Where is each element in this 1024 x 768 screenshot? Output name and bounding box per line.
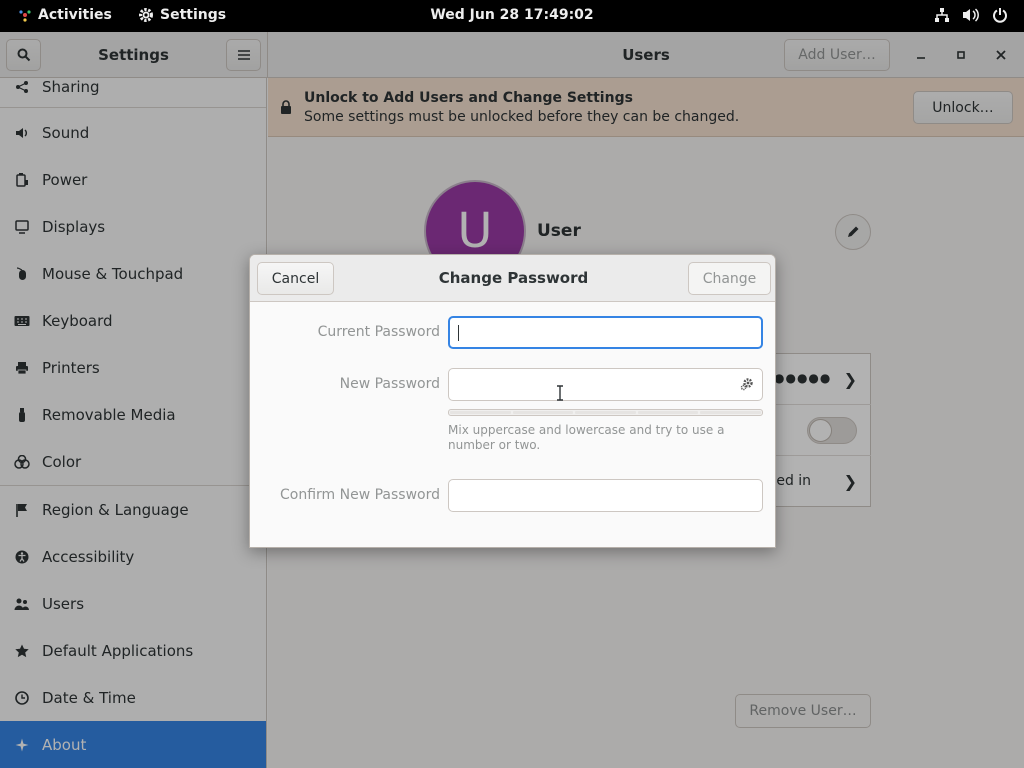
activities-button[interactable]: Activities xyxy=(18,7,112,23)
text-caret xyxy=(458,325,459,341)
app-menu-label: Settings xyxy=(160,7,227,23)
gnome-logo-icon xyxy=(19,10,31,22)
volume-icon xyxy=(963,8,979,22)
current-password-label: Current Password xyxy=(317,324,440,340)
strength-segment xyxy=(575,411,636,414)
strength-segment xyxy=(512,411,574,414)
settings-window: Settings Users Add User… Sharing Sound P xyxy=(0,32,1024,768)
dialog-header: Cancel Change Password Change xyxy=(250,255,775,302)
current-password-field[interactable] xyxy=(448,316,763,349)
new-password-label: New Password xyxy=(339,376,440,392)
strength-segment xyxy=(450,411,511,414)
password-strength-meter xyxy=(448,409,763,416)
system-status-area[interactable] xyxy=(934,7,1008,23)
generate-password-icon[interactable] xyxy=(740,377,754,391)
activities-label: Activities xyxy=(38,7,112,23)
text-cursor-icon xyxy=(557,385,563,401)
confirm-password-label: Confirm New Password xyxy=(279,487,440,503)
power-icon xyxy=(993,8,1007,23)
change-password-dialog: Cancel Change Password Change Current Pa… xyxy=(249,254,776,548)
clock[interactable]: Wed Jun 28 17:49:02 xyxy=(430,7,593,23)
change-button[interactable]: Change xyxy=(688,262,771,295)
new-password-field[interactable] xyxy=(448,368,763,401)
strength-segment xyxy=(700,411,761,414)
gear-icon xyxy=(139,8,153,22)
password-hint: Mix uppercase and lowercase and try to u… xyxy=(448,423,725,452)
confirm-password-field[interactable] xyxy=(448,479,763,512)
app-menu[interactable]: Settings xyxy=(138,7,226,23)
network-icon xyxy=(935,8,949,22)
top-bar: Activities Settings Wed Jun 28 17:49:02 xyxy=(0,0,1024,32)
strength-segment xyxy=(637,411,699,414)
